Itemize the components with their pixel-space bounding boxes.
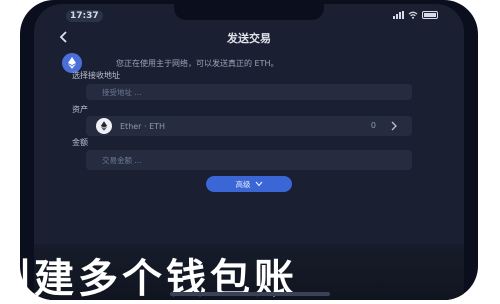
recipient-address-input[interactable]: 接受地址 ... — [86, 84, 412, 100]
home-indicator — [170, 292, 330, 296]
asset-label: 资产 — [72, 105, 88, 114]
page-title: 发送交易 — [227, 32, 271, 45]
notice-text: 您正在使用主于网络，可以发送真正的 ETH。 — [116, 58, 279, 68]
status-bar: 17:37 — [34, 4, 464, 26]
amount-input[interactable]: 交易金额 ... — [86, 150, 412, 170]
amount-label: 金额 — [72, 138, 88, 147]
asset-name: Ether · ETH — [120, 121, 166, 131]
recipient-label: 选择接收地址 — [72, 71, 120, 80]
nav-bar: 发送交易 — [34, 26, 464, 48]
status-icons — [393, 11, 438, 19]
ether-logo-icon — [96, 118, 112, 134]
recipient-placeholder: 接受地址 ... — [102, 88, 142, 97]
chevron-down-icon — [255, 181, 262, 187]
camera-notch — [174, 4, 324, 20]
asset-balance: 0 — [370, 121, 376, 130]
chevron-right-icon — [391, 121, 397, 131]
status-time: 17:37 — [66, 10, 103, 22]
asset-selector[interactable]: Ether · ETH 0 — [86, 116, 412, 136]
signal-icon — [393, 11, 404, 19]
battery-icon — [422, 11, 438, 19]
amount-placeholder: 交易金额 ... — [102, 156, 142, 165]
wifi-icon — [408, 11, 418, 19]
advanced-toggle-button[interactable]: 高级 — [206, 176, 292, 192]
advanced-label: 高级 — [235, 179, 251, 189]
